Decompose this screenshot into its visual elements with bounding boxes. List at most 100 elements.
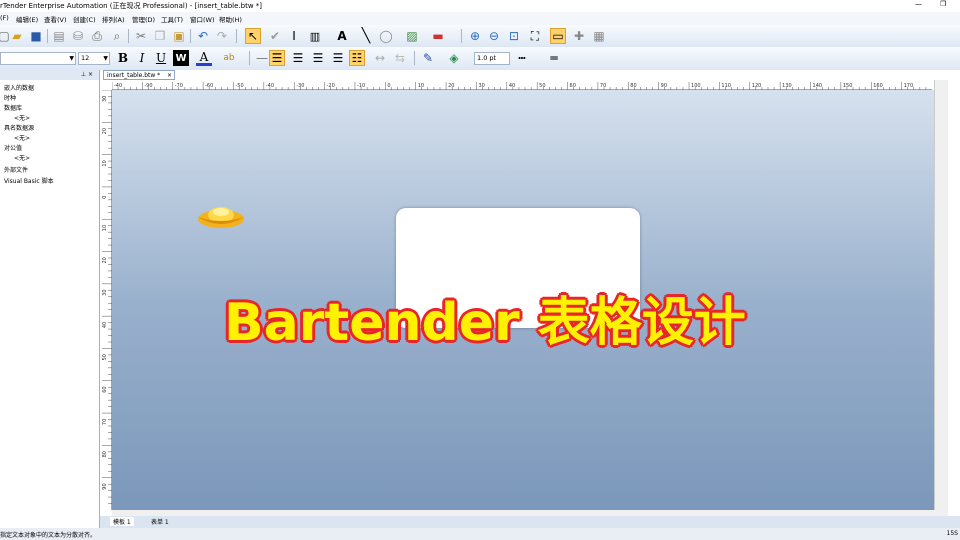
justify-icon[interactable]: ☰ — [330, 50, 346, 66]
snap-icon[interactable]: ✚ — [571, 28, 587, 44]
line-color-icon[interactable]: ✎ — [420, 50, 436, 66]
tree-item-clock[interactable]: 时种 — [4, 93, 16, 102]
align-left-icon[interactable]: ☰ — [269, 50, 285, 66]
ruler-label: 130 — [782, 83, 792, 89]
underline-icon[interactable]: U — [153, 50, 169, 66]
shape-tool-icon[interactable]: ◯ — [378, 28, 394, 44]
menu-manage[interactable]: 管理(D) — [132, 14, 155, 24]
ruler-label: 10 — [418, 83, 424, 89]
ruler-label: -90 — [144, 83, 152, 89]
ruler-label: 110 — [721, 83, 731, 89]
paste-icon[interactable]: ▣ — [171, 28, 187, 44]
print-icon[interactable]: ⎙ — [89, 28, 105, 44]
tree-item-embedded-data[interactable]: 嵌入的数据 — [4, 83, 34, 92]
text-direction-icon[interactable]: ↔ — [372, 50, 388, 66]
menu-create[interactable]: 创建(C) — [73, 14, 96, 24]
zoom-window-icon[interactable]: ⊡ — [506, 28, 522, 44]
italic-icon[interactable]: I — [134, 50, 150, 66]
magnetic-strip-icon[interactable]: ▬ — [430, 28, 446, 44]
grid-icon[interactable]: ▦ — [591, 28, 607, 44]
print-preview-icon[interactable]: ⌕ — [109, 28, 125, 44]
separator — [190, 29, 191, 43]
menu-view[interactable]: 查看(V) — [44, 14, 67, 24]
ruler-label: -30 — [296, 83, 304, 89]
font-name-combo[interactable]: ▼ — [0, 52, 76, 65]
menu-edit[interactable]: 编辑(E) — [16, 14, 38, 24]
menu-file[interactable]: (F) — [0, 14, 9, 22]
picture-tool-icon[interactable]: ▨ — [404, 28, 420, 44]
ruler-label: -70 — [175, 83, 183, 89]
ruler-corner — [100, 80, 112, 90]
zoom-out-icon[interactable]: ⊖ — [486, 28, 502, 44]
separator — [249, 51, 250, 65]
tab-form[interactable]: 表单 1 — [148, 517, 172, 526]
vertical-ruler: 30 20 10 0 10 20 30 40 50 60 70 80 90 — [100, 89, 112, 510]
barcode-icon[interactable]: ▥ — [307, 28, 323, 44]
document-tab[interactable]: insert_table.btw * × — [103, 70, 175, 80]
font-color-icon[interactable]: A — [196, 50, 212, 66]
tree-item-global[interactable]: 对公值 — [4, 143, 22, 152]
align-center-icon[interactable]: ☰ — [290, 50, 306, 66]
tab-template[interactable]: 模板 1 — [110, 517, 134, 526]
tree-item-external-file[interactable]: 外部文件 — [4, 165, 28, 174]
pin-icon[interactable]: ⊥ × — [81, 71, 93, 78]
check-tool-icon[interactable]: ✔ — [267, 28, 283, 44]
data-sources-panel: ⊥ × 嵌入的数据 时种 数据库 <无> 具名数据源 <无> 对公值 <无> 外… — [0, 70, 100, 530]
line-tool-icon[interactable]: ╲ — [358, 28, 374, 44]
font-size-combo[interactable]: 12 ▼ — [78, 52, 110, 65]
ruler-label: -10 — [357, 83, 365, 89]
line-width-combo[interactable]: 1.0 pt — [474, 52, 510, 65]
cut-icon[interactable]: ✂ — [133, 28, 149, 44]
redo-icon[interactable]: ↷ — [214, 28, 230, 44]
menu-window[interactable]: 窗口(W) — [190, 14, 215, 24]
undo-icon[interactable]: ↶ — [195, 28, 211, 44]
tree-item-none[interactable]: <无> — [14, 113, 30, 122]
zoom-in-icon[interactable]: ⊕ — [467, 28, 483, 44]
panel-header: ⊥ × — [0, 70, 99, 80]
tree-item-named-source[interactable]: 具名数据源 — [4, 123, 34, 132]
tree-item-vb-script[interactable]: Visual Basic 脚本 — [4, 176, 54, 185]
open-folder-icon[interactable]: ▰ — [9, 28, 25, 44]
tree-item-none[interactable]: <无> — [14, 153, 30, 162]
menu-help[interactable]: 帮助(H) — [219, 14, 242, 24]
tree-item-database[interactable]: 数据库 — [4, 103, 22, 112]
ruler-label: 0 — [387, 83, 390, 89]
text-fit-icon[interactable]: ⇆ — [392, 50, 408, 66]
restore-button[interactable]: ❐ — [940, 0, 946, 8]
fill-color-icon[interactable]: ◈ — [446, 50, 462, 66]
save-icon[interactable]: ■ — [28, 28, 44, 44]
ruler-label: -20 — [327, 83, 335, 89]
minimize-button[interactable]: — — [915, 0, 922, 8]
ruler-label: 70 — [102, 419, 108, 425]
document-tab-label: insert_table.btw * — [107, 72, 161, 79]
formatting-toolbar: ▼ 12 ▼ B I U W A ab — ☰ ☰ ☰ ☰ ☷ ↔ ⇆ ✎ ◈ 1… — [0, 47, 960, 70]
fit-page-icon[interactable]: ⛶ — [527, 28, 543, 44]
menu-arrange[interactable]: 排列(A) — [102, 14, 125, 24]
text-tool-icon[interactable]: A — [334, 28, 350, 44]
ruler-label: 70 — [600, 83, 606, 89]
close-tab-icon[interactable]: × — [167, 71, 172, 80]
pointer-icon[interactable]: ↖ — [245, 28, 261, 44]
page-setup-icon[interactable]: ▤ — [51, 28, 67, 44]
ruler-label: 60 — [102, 386, 108, 392]
vertical-scrollbar[interactable] — [934, 80, 948, 510]
ruler-toggle-icon[interactable]: ▭ — [550, 28, 566, 44]
ruler-label: 160 — [873, 83, 883, 89]
distribute-icon[interactable]: ☷ — [349, 50, 365, 66]
highlight-icon[interactable]: ab — [221, 50, 237, 66]
copy-icon[interactable]: ❐ — [152, 28, 168, 44]
text-cursor-icon[interactable]: I — [286, 28, 302, 44]
menu-tools[interactable]: 工具(T) — [161, 14, 183, 24]
line-ends-icon[interactable]: ═ — [546, 50, 562, 66]
ruler-label: 80 — [630, 83, 636, 89]
database-icon[interactable]: ⛁ — [70, 28, 86, 44]
align-right-icon[interactable]: ☰ — [310, 50, 326, 66]
ruler-ticks: 30 20 10 0 10 20 30 40 50 60 70 80 90 — [102, 89, 112, 504]
line-style-icon[interactable]: — — [254, 50, 270, 66]
wide-font-icon[interactable]: W — [173, 50, 189, 66]
bold-icon[interactable]: B — [115, 50, 131, 66]
menu-bar: (F) 编辑(E) 查看(V) 创建(C) 排列(A) 管理(D) 工具(T) … — [0, 12, 960, 25]
dash-style-icon[interactable]: ┅ — [514, 50, 530, 66]
tree-item-none[interactable]: <无> — [14, 133, 30, 142]
separator — [128, 29, 129, 43]
